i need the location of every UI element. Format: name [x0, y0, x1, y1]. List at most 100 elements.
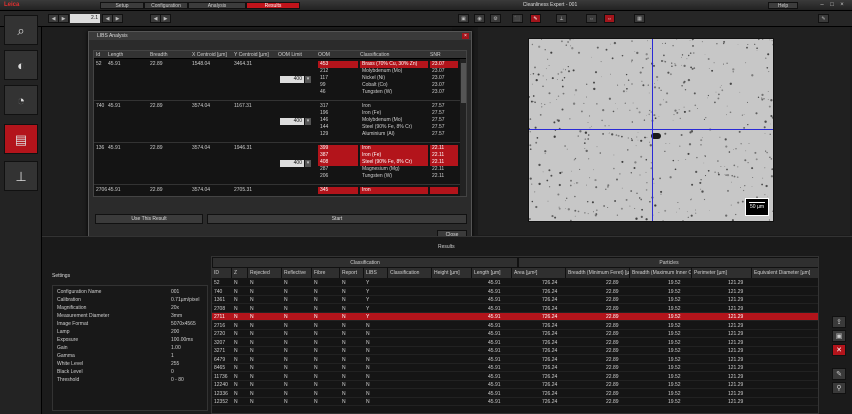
- step-forward-button[interactable]: ▶: [160, 14, 171, 23]
- crosshair-icon[interactable]: ⟂: [556, 14, 567, 23]
- classification-cell[interactable]: Brass (70% Cu, 30% Zn): [360, 61, 428, 68]
- classification-cell[interactable]: Iron (Fe): [360, 110, 428, 117]
- results-header-cell[interactable]: Equivalent Diameter [µm]: [752, 268, 818, 278]
- table-cell: 52: [214, 280, 220, 286]
- results-header-cell[interactable]: Z: [232, 268, 248, 278]
- speck: [572, 39, 574, 40]
- table-row[interactable]: 2716 N N N N N N 45.91 726.24 22.89 19.52 121.29: [212, 322, 818, 330]
- setup-icon[interactable]: ⌕: [4, 15, 38, 45]
- table-row[interactable]: 1361 N N N N N Y 45.91 726.24 22.89 19.52 121.29: [212, 296, 818, 304]
- settings-icon[interactable]: ⚙: [490, 14, 501, 23]
- classification-cell[interactable]: Molybdenum (Mo): [360, 117, 428, 124]
- classification-cell[interactable]: Tungsten (W): [360, 89, 428, 96]
- results-header-cell[interactable]: Rejected: [248, 268, 282, 278]
- results-header-cell[interactable]: Breadth (Minimum Feret) [µm]: [566, 268, 630, 278]
- table-row[interactable]: 12240 N N N N N N 45.91 726.24 22.89 19.52 121.29: [212, 381, 818, 389]
- classification-cell[interactable]: Magnesium (Mg): [360, 166, 428, 173]
- tab-analysis[interactable]: Analysis: [188, 2, 246, 9]
- classification-cell[interactable]: Iron (Fe): [360, 152, 428, 159]
- view-icon[interactable]: ▣: [458, 14, 469, 23]
- table-row[interactable]: 2711 N N N N N Y 45.91 726.24 22.89 19.52 121.29: [212, 313, 818, 321]
- tools-icon[interactable]: ✎: [832, 368, 846, 380]
- oom-dropdown-icon[interactable]: ▾: [305, 76, 311, 83]
- results-header-cell[interactable]: Fibre: [312, 268, 340, 278]
- close-window-button[interactable]: ×: [838, 2, 846, 9]
- results-header-cell[interactable]: Perimeter [µm]: [692, 268, 752, 278]
- speck: [631, 138, 633, 140]
- results-header-cell[interactable]: Report: [340, 268, 364, 278]
- oom-dropdown-icon[interactable]: ▾: [305, 118, 311, 125]
- table-row[interactable]: 2720 N N N N N N 45.91 726.24 22.89 19.52 121.29: [212, 330, 818, 338]
- scrollbar[interactable]: [460, 59, 466, 196]
- table-row[interactable]: 12336 N N N N N N 45.91 726.24 22.89 19.52 121.29: [212, 390, 818, 398]
- results-icon[interactable]: ▤: [4, 124, 38, 154]
- speck: [681, 64, 682, 66]
- tab-setup[interactable]: Setup: [100, 2, 144, 9]
- fit-icon[interactable]: ⇔: [586, 14, 597, 23]
- use-this-result-button[interactable]: Use This Result: [95, 214, 203, 224]
- classification-cell[interactable]: Iron: [360, 187, 428, 194]
- analysis-icon[interactable]: ◔: [4, 85, 38, 115]
- tab-results[interactable]: Results: [246, 2, 300, 9]
- classification-cell[interactable]: Iron: [360, 103, 428, 110]
- help-button[interactable]: Help: [768, 2, 798, 9]
- zoom-in-button[interactable]: ▶: [112, 14, 123, 23]
- speck: [724, 166, 726, 167]
- oom-dropdown-icon[interactable]: ▾: [305, 160, 311, 167]
- start-button[interactable]: Start: [207, 214, 467, 224]
- next-button[interactable]: ▶: [58, 14, 69, 23]
- maximize-button[interactable]: □: [828, 2, 836, 9]
- delete-icon[interactable]: ✕: [832, 344, 846, 356]
- link-icon[interactable]: ⚲: [832, 382, 846, 394]
- overlay-icon[interactable]: ⬛: [512, 14, 523, 23]
- results-header-cell[interactable]: Reflective: [282, 268, 312, 278]
- speck: [614, 200, 617, 202]
- results-header-cell[interactable]: Area [µm²]: [512, 268, 566, 278]
- classification-cell[interactable]: Molybdenum (Mo): [360, 68, 428, 75]
- classification-cell[interactable]: Aluminium (Al): [360, 131, 428, 138]
- results-header-cell[interactable]: Breadth (Maximum Inner Circle) [µm]: [630, 268, 692, 278]
- tab-configuration[interactable]: Configuration: [144, 2, 188, 9]
- table-row[interactable]: 8465 N N N N N N 45.91 726.24 22.89 19.52 121.29: [212, 364, 818, 372]
- table-cell: 22.89: [606, 322, 619, 329]
- print-icon[interactable]: ▣: [832, 330, 846, 342]
- table-row[interactable]: 12352 N N N N N N 45.91 726.24 22.89 19.52 121.29: [212, 398, 818, 406]
- speck: [599, 152, 602, 154]
- classification-cell[interactable]: Tungsten (W): [360, 173, 428, 180]
- table-row[interactable]: 11736 N N N N N N 45.91 726.24 22.89 19.52 121.29: [212, 373, 818, 381]
- minimize-button[interactable]: –: [818, 2, 826, 9]
- classification-cell[interactable]: Steel (90% Fe, 8% Cr): [360, 124, 428, 131]
- oom-limit-field[interactable]: 400: [280, 76, 304, 83]
- results-header-cell[interactable]: Height [µm]: [432, 268, 472, 278]
- classification-cell[interactable]: Steel (90% Fe, 8% Cr): [360, 159, 428, 166]
- table-row[interactable]: 740 N N N N N Y 45.91 726.24 22.89 19.52 121.29: [212, 288, 818, 296]
- results-header-cell[interactable]: LIBS: [364, 268, 388, 278]
- classification-cell[interactable]: Nickel (Ni): [360, 75, 428, 82]
- camera-icon[interactable]: ◐: [4, 50, 38, 80]
- classification-cell[interactable]: Iron: [360, 145, 428, 152]
- table-row[interactable]: 2708 N N N N N Y 45.91 726.24 22.89 19.52 121.29: [212, 305, 818, 313]
- microscope-icon[interactable]: ⊥: [4, 161, 38, 191]
- table-row[interactable]: 3271 N N N N N N 45.91 726.24 22.89 19.52 121.29: [212, 347, 818, 355]
- annotate-icon[interactable]: ✎: [818, 14, 829, 23]
- settings-value: 1: [171, 353, 174, 359]
- table-row[interactable]: 6479 N N N N N N 45.91 726.24 22.89 19.52 121.29: [212, 356, 818, 364]
- zoom-field[interactable]: 2.1: [70, 14, 100, 23]
- dialog-close-button[interactable]: ×: [462, 33, 469, 39]
- classification-cell[interactable]: Cobalt (Co): [360, 82, 428, 89]
- oom-limit-field[interactable]: 400: [280, 160, 304, 167]
- snapshot-icon[interactable]: ◉: [474, 14, 485, 23]
- results-header-cell[interactable]: Classification: [388, 268, 432, 278]
- results-header-cell[interactable]: ID: [212, 268, 232, 278]
- oom-limit-field[interactable]: 400: [280, 118, 304, 125]
- speck: [557, 193, 560, 196]
- grid-icon[interactable]: ▦: [634, 14, 645, 23]
- scale-icon[interactable]: ⇔: [604, 14, 615, 23]
- export-icon[interactable]: ⇪: [832, 316, 846, 328]
- table-row[interactable]: 52 N N N N N Y 45.91 726.24 22.89 19.52 121.29: [212, 279, 818, 287]
- speck: [755, 158, 758, 161]
- table-row[interactable]: 3207 N N N N N N 45.91 726.24 22.89 19.52 121.29: [212, 339, 818, 347]
- measure-icon[interactable]: ✎: [530, 14, 541, 23]
- particle-image[interactable]: 50 µm: [528, 38, 774, 222]
- results-header-cell[interactable]: Length [µm]: [472, 268, 512, 278]
